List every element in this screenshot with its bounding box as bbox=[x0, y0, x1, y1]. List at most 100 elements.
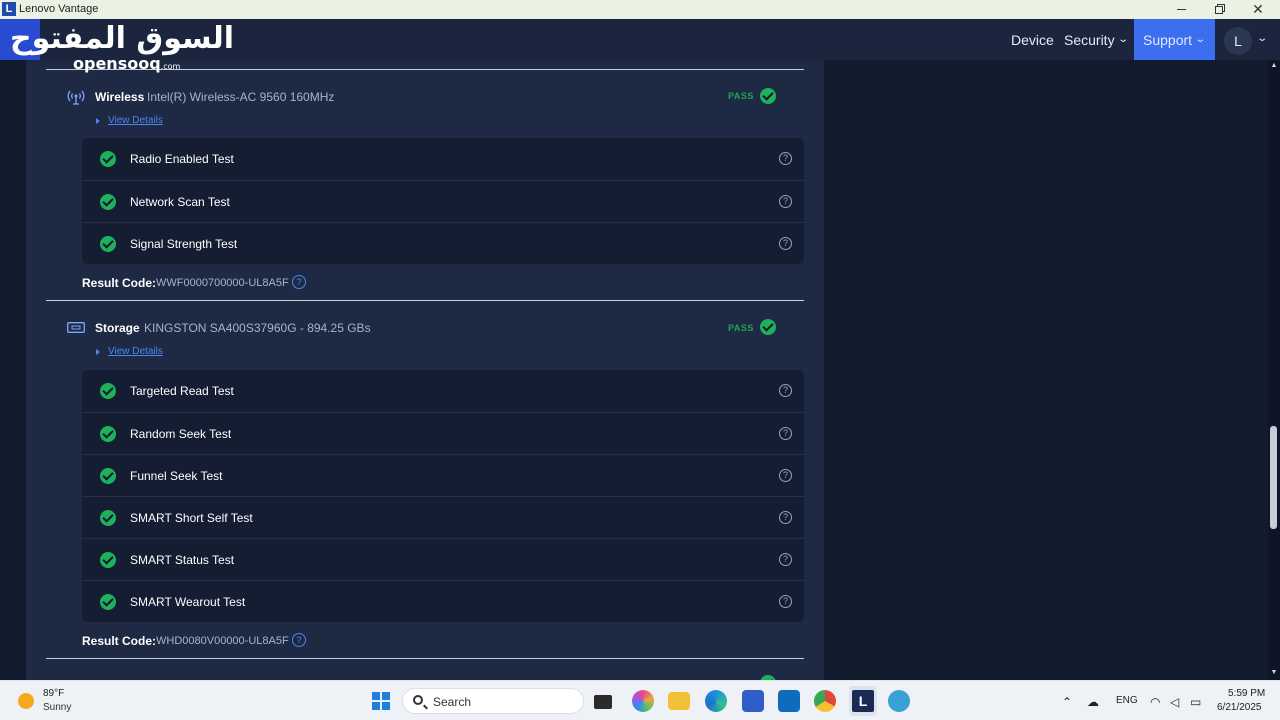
watermark-latin-text: opensooq bbox=[73, 54, 161, 73]
storage-test-list: Targeted Read Test ? Random Seek Test ? … bbox=[82, 370, 804, 622]
pass-check-icon bbox=[760, 319, 776, 335]
close-icon: ✕ bbox=[1252, 1, 1264, 17]
help-icon[interactable]: ? bbox=[779, 595, 792, 608]
restore-button[interactable] bbox=[1200, 0, 1238, 19]
test-label: Network Scan Test bbox=[130, 195, 230, 209]
help-icon[interactable]: ? bbox=[779, 237, 792, 250]
volume-icon[interactable]: ◁ bbox=[1170, 695, 1179, 709]
windows-logo-icon bbox=[382, 702, 390, 710]
weather-condition[interactable]: Sunny bbox=[43, 702, 71, 713]
search-icon bbox=[413, 695, 423, 705]
expand-caret-icon[interactable] bbox=[96, 118, 100, 124]
test-label: SMART Short Self Test bbox=[130, 511, 253, 525]
taskbar: 89°F Sunny Search L ⌃ ☁ ENG ◠ ◁ ▭ 5:59 P… bbox=[0, 680, 1280, 720]
scroll-up-icon[interactable]: ▲ bbox=[1269, 61, 1279, 71]
taskbar-search-label: Search bbox=[433, 695, 472, 709]
storage-status: PASS bbox=[728, 323, 754, 333]
nav-security-label: Security bbox=[1064, 31, 1115, 48]
chevron-down-icon[interactable]: ⌄ bbox=[1256, 33, 1268, 44]
nav-support[interactable]: Support ⌄ bbox=[1134, 19, 1215, 60]
minimize-button[interactable] bbox=[1162, 0, 1200, 19]
test-row: Targeted Read Test ? bbox=[82, 370, 804, 412]
help-icon[interactable]: ? bbox=[779, 384, 792, 397]
chevron-up-icon[interactable]: ⌃ bbox=[1062, 695, 1072, 709]
clock-time[interactable]: 5:59 PM bbox=[1228, 688, 1265, 699]
file-explorer-icon[interactable] bbox=[668, 692, 690, 710]
help-icon[interactable]: ? bbox=[779, 469, 792, 482]
language-indicator[interactable]: ENG bbox=[1116, 695, 1138, 706]
storage-title: Storage bbox=[95, 321, 140, 335]
expand-caret-icon[interactable] bbox=[96, 349, 100, 355]
test-label: Random Seek Test bbox=[130, 427, 232, 441]
pass-check-icon bbox=[100, 426, 116, 442]
chrome-icon[interactable] bbox=[814, 690, 836, 712]
chevron-down-icon: ⌄ bbox=[1116, 34, 1129, 45]
wireless-result-code: WWF0000700000-UL8A5F bbox=[156, 277, 289, 289]
weather-temperature[interactable]: 89°F bbox=[43, 688, 64, 699]
scroll-down-icon[interactable]: ▼ bbox=[1269, 668, 1279, 678]
wifi-icon[interactable]: ◠ bbox=[1150, 695, 1160, 709]
wireless-test-list: Radio Enabled Test ? Network Scan Test ?… bbox=[82, 138, 804, 264]
watermark-latin: opensooq.com bbox=[73, 55, 180, 76]
test-row: Signal Strength Test ? bbox=[82, 222, 804, 264]
cloud-sync-icon[interactable]: ☁ bbox=[1087, 695, 1099, 709]
pass-check-icon bbox=[100, 468, 116, 484]
microsoft-store-icon[interactable] bbox=[742, 690, 764, 712]
help-icon[interactable]: ? bbox=[779, 195, 792, 208]
avatar[interactable]: L bbox=[1224, 27, 1252, 55]
nav-device-label: Device bbox=[1011, 31, 1054, 48]
network-globe-icon[interactable] bbox=[888, 690, 910, 712]
weather-sun-icon[interactable] bbox=[18, 693, 34, 709]
copilot-icon[interactable] bbox=[632, 690, 654, 712]
start-button[interactable] bbox=[372, 692, 390, 710]
wireless-view-details-link[interactable]: View Details bbox=[108, 115, 163, 126]
test-label: SMART Wearout Test bbox=[130, 595, 246, 609]
window-title: Lenovo Vantage bbox=[19, 3, 99, 15]
help-icon[interactable]: ? bbox=[779, 152, 792, 165]
nav-support-label: Support bbox=[1143, 31, 1193, 48]
wireless-result-label: Result Code: bbox=[82, 276, 157, 290]
test-label: Targeted Read Test bbox=[130, 384, 234, 398]
pass-check-icon bbox=[100, 510, 116, 526]
minimize-icon bbox=[1176, 9, 1186, 10]
storage-description: KINGSTON SA400S37960G - 894.25 GBs bbox=[144, 321, 371, 335]
test-row: SMART Short Self Test ? bbox=[82, 496, 804, 538]
chevron-down-icon: ⌄ bbox=[1194, 34, 1207, 45]
edge-browser-icon[interactable] bbox=[705, 690, 727, 712]
test-row: Network Scan Test ? bbox=[82, 180, 804, 222]
taskbar-search[interactable]: Search bbox=[402, 688, 584, 714]
wireless-status: PASS bbox=[728, 91, 754, 101]
task-view-icon[interactable] bbox=[594, 695, 612, 709]
nav-device[interactable]: Device bbox=[1011, 19, 1054, 60]
result-code-help-icon[interactable]: ? bbox=[292, 275, 306, 289]
pass-check-icon bbox=[100, 151, 116, 167]
watermark-arabic: السوق المفتوح bbox=[10, 21, 235, 56]
app-header: السوق المفتوح Device Security ⌄ Support … bbox=[0, 19, 1280, 60]
lenovo-vantage-taskbar-icon[interactable]: L bbox=[852, 690, 874, 712]
test-row: Radio Enabled Test ? bbox=[82, 138, 804, 180]
pass-check-icon bbox=[100, 594, 116, 610]
scrollbar-thumb[interactable] bbox=[1270, 426, 1277, 529]
wireless-description: Intel(R) Wireless-AC 9560 160MHz bbox=[147, 90, 335, 104]
test-row: SMART Status Test ? bbox=[82, 538, 804, 580]
close-button[interactable]: ✕ bbox=[1239, 0, 1277, 19]
help-icon[interactable]: ? bbox=[779, 511, 792, 524]
nav-security[interactable]: Security ⌄ bbox=[1064, 19, 1129, 60]
storage-icon bbox=[67, 322, 85, 333]
pass-check-icon bbox=[100, 552, 116, 568]
help-icon[interactable]: ? bbox=[779, 553, 792, 566]
wireless-title: Wireless bbox=[95, 90, 145, 104]
test-label: Signal Strength Test bbox=[130, 237, 238, 251]
battery-icon[interactable]: ▭ bbox=[1190, 695, 1201, 709]
result-code-help-icon[interactable]: ? bbox=[292, 633, 306, 647]
storage-result-label: Result Code: bbox=[82, 634, 157, 648]
windows-logo-icon bbox=[372, 702, 380, 710]
help-icon[interactable]: ? bbox=[779, 427, 792, 440]
pass-check-icon bbox=[100, 194, 116, 210]
storage-view-details-link[interactable]: View Details bbox=[108, 346, 163, 357]
test-label: SMART Status Test bbox=[130, 553, 235, 567]
scrollbar[interactable] bbox=[1268, 60, 1280, 680]
diagnostics-content: Wireless Intel(R) Wireless-AC 9560 160MH… bbox=[26, 60, 824, 680]
outlook-icon[interactable] bbox=[778, 690, 800, 712]
clock-date[interactable]: 6/21/2025 bbox=[1217, 702, 1262, 713]
